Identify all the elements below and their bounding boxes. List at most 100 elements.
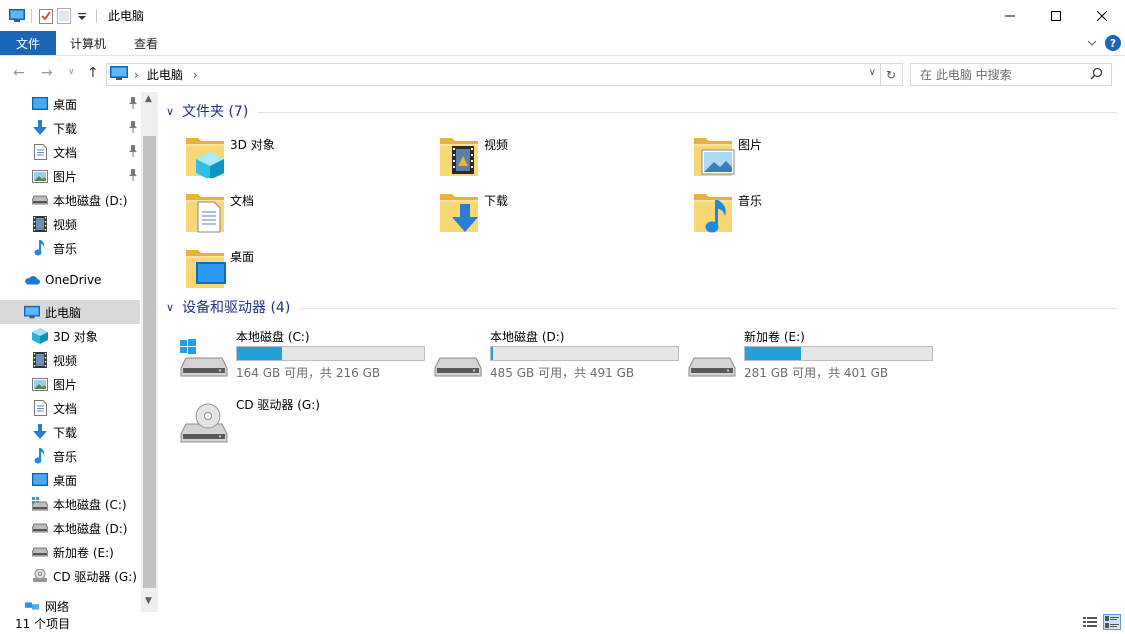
drive-label: 本地磁盘 (D:) xyxy=(490,330,565,344)
quick-access-item[interactable]: 本地磁盘 (D:) xyxy=(0,188,140,212)
pin-icon[interactable] xyxy=(128,169,138,184)
details-view-icon xyxy=(1083,617,1097,627)
drive-icon xyxy=(688,336,736,378)
nav-item-label: 3D 对象 xyxy=(53,329,98,344)
expand-ribbon-icon[interactable] xyxy=(1087,36,1097,50)
scroll-up-icon[interactable]: ▲ xyxy=(145,94,152,104)
folder-tile[interactable]: 图片 xyxy=(692,132,762,178)
navigation-scrollbar[interactable]: ▲ ▼ xyxy=(141,92,158,612)
3d-objects-folder-icon xyxy=(184,132,228,180)
nav-item-network[interactable]: 网络 xyxy=(0,594,140,612)
video-folder-icon xyxy=(438,132,482,178)
folder-tile[interactable]: 视频 xyxy=(438,132,508,178)
this-pc-child-item[interactable]: 3D 对象 xyxy=(0,324,140,348)
recent-locations-icon[interactable]: ∨ xyxy=(68,67,75,77)
quick-access-item[interactable]: 音乐 xyxy=(0,236,140,260)
this-pc-child-item[interactable]: 文档 xyxy=(0,396,140,420)
search-input[interactable]: 在 此电脑 中搜索 xyxy=(910,63,1112,86)
music-icon xyxy=(32,448,48,464)
scrollbar-thumb[interactable] xyxy=(143,136,156,588)
this-pc-child-item[interactable]: 新加卷 (E:) xyxy=(0,540,140,564)
quick-access-item[interactable]: 下载 xyxy=(0,116,140,140)
devices-group-title: 设备和驱动器 (4) xyxy=(182,300,291,316)
drive-tile[interactable]: 本地磁盘 (C:) 164 GB 可用，共 216 GB xyxy=(180,328,430,382)
collapse-chevron-icon[interactable]: ∨ xyxy=(166,105,180,118)
collapse-chevron-icon[interactable]: ∨ xyxy=(166,301,180,314)
this-pc-child-item[interactable]: 音乐 xyxy=(0,444,140,468)
toolbar-separator xyxy=(96,8,97,23)
address-bar[interactable]: › 此电脑 › ∨ xyxy=(106,63,881,86)
scroll-down-icon[interactable]: ▼ xyxy=(145,596,152,606)
nav-item-label: 下载 xyxy=(53,425,78,440)
minimize-button[interactable] xyxy=(987,0,1033,31)
quick-access-item[interactable]: 视频 xyxy=(0,212,140,236)
tab-computer[interactable]: 计算机 xyxy=(56,31,120,55)
new-folder-icon[interactable] xyxy=(55,7,73,25)
up-arrow-icon[interactable]: ↑ xyxy=(87,65,99,81)
drive-usage-bar xyxy=(744,346,933,361)
toolbar-separator xyxy=(31,8,32,23)
this-pc-icon xyxy=(110,65,128,84)
folder-tile[interactable]: 3D 对象 xyxy=(184,132,275,180)
close-button[interactable] xyxy=(1079,0,1125,31)
search-icon xyxy=(1090,67,1103,83)
folder-tile[interactable]: 桌面 xyxy=(184,244,254,290)
details-view-button[interactable] xyxy=(1081,614,1099,630)
nav-item-onedrive[interactable]: OneDrive xyxy=(0,268,140,292)
music-icon xyxy=(32,240,48,256)
folder-tile[interactable]: 音乐 xyxy=(692,188,762,234)
tab-file[interactable]: 文件 xyxy=(0,31,56,55)
network-icon xyxy=(24,598,40,612)
devices-group-header[interactable]: ∨ 设备和驱动器 (4) xyxy=(166,296,1117,318)
this-pc-child-item[interactable]: 下载 xyxy=(0,420,140,444)
drive-tile[interactable]: CD 驱动器 (G:) xyxy=(180,394,430,448)
tiles-view-button[interactable] xyxy=(1103,614,1121,630)
breadcrumb-this-pc[interactable]: 此电脑 xyxy=(147,66,183,83)
this-pc-child-item[interactable]: 本地磁盘 (C:) xyxy=(0,492,140,516)
folders-group-header[interactable]: ∨ 文件夹 (7) xyxy=(166,100,1117,122)
address-dropdown-icon[interactable]: ∨ xyxy=(869,67,876,78)
quick-access-toolbar xyxy=(8,7,102,25)
nav-item-label: 下载 xyxy=(53,121,78,136)
help-button[interactable]: ? xyxy=(1105,35,1121,51)
quick-access-item[interactable]: 文档 xyxy=(0,140,140,164)
folder-tile[interactable]: 下载 xyxy=(438,188,508,234)
refresh-button[interactable]: ↻ xyxy=(880,63,903,86)
desktop-icon xyxy=(32,96,48,112)
customize-toolbar-icon[interactable] xyxy=(73,7,91,25)
quick-access-item[interactable]: 图片 xyxy=(0,164,140,188)
tab-view[interactable]: 查看 xyxy=(120,31,172,55)
pin-icon[interactable] xyxy=(128,145,138,160)
forward-arrow-icon[interactable]: → xyxy=(41,65,53,81)
document-icon xyxy=(32,144,48,160)
drive-usage-bar xyxy=(490,346,679,361)
back-arrow-icon[interactable]: ← xyxy=(13,65,25,81)
breadcrumb-chevron-icon[interactable]: › xyxy=(134,68,139,82)
this-pc-child-item[interactable]: 本地磁盘 (D:) xyxy=(0,516,140,540)
picture-icon xyxy=(32,168,48,184)
title-bar: 此电脑 xyxy=(0,0,1125,31)
maximize-button[interactable] xyxy=(1033,0,1079,31)
pin-icon[interactable] xyxy=(128,97,138,112)
drive-tile[interactable]: 新加卷 (E:) 281 GB 可用，共 401 GB xyxy=(688,328,938,382)
drive-icon xyxy=(32,544,48,560)
drive-usage-fill xyxy=(491,347,494,360)
pin-icon[interactable] xyxy=(128,121,138,136)
nav-item-label: 本地磁盘 (C:) xyxy=(53,497,127,512)
address-row: ← → ∨ ↑ › 此电脑 › ∨ ↻ 在 此电脑 中搜索 xyxy=(0,61,1125,88)
drive-tile[interactable]: 本地磁盘 (D:) 485 GB 可用，共 491 GB xyxy=(434,328,684,382)
this-pc-child-item[interactable]: 桌面 xyxy=(0,468,140,492)
nav-item-this-pc[interactable]: 此电脑 xyxy=(0,300,140,324)
properties-icon[interactable] xyxy=(37,7,55,25)
item-count: 11 个项目 xyxy=(15,616,71,631)
quick-access-item[interactable]: 桌面 xyxy=(0,92,140,116)
this-pc-child-item[interactable]: CD 驱动器 (G:) xyxy=(0,564,140,588)
breadcrumb-chevron-icon[interactable]: › xyxy=(193,68,198,82)
this-pc-icon[interactable] xyxy=(8,7,26,25)
this-pc-child-item[interactable]: 视频 xyxy=(0,348,140,372)
folder-label: 文档 xyxy=(230,194,255,208)
this-pc-child-item[interactable]: 图片 xyxy=(0,372,140,396)
folder-tile[interactable]: 文档 xyxy=(184,188,254,234)
nav-item-label: CD 驱动器 (G:) xyxy=(53,569,137,584)
this-pc-icon xyxy=(24,304,40,320)
